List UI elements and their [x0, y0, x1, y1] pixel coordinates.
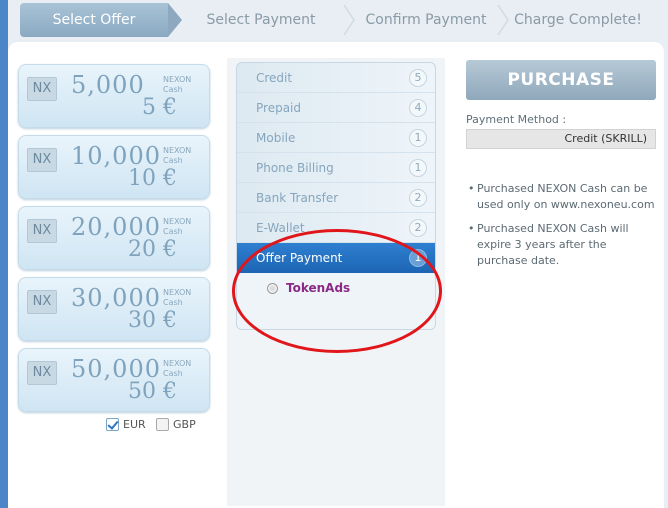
amount-option-10000[interactable]: NX 10,000 NEXON Cash 10 €	[18, 135, 210, 199]
gbp-checkbox[interactable]	[156, 418, 169, 431]
step-separator	[496, 4, 510, 36]
unit-line: NEXON	[163, 288, 192, 297]
unit-line: Cash	[163, 369, 183, 378]
method-count-badge: 1	[409, 159, 427, 177]
method-label: Prepaid	[256, 101, 301, 115]
method-mobile[interactable]: Mobile 1	[237, 123, 435, 153]
amount-unit: NEXON Cash	[163, 217, 191, 237]
amount-unit: NEXON Cash	[163, 75, 191, 95]
eur-checkbox[interactable]	[106, 418, 119, 431]
step-select-payment-method: Select Payment Method	[180, 3, 342, 62]
amount-price: 30 €	[128, 308, 177, 333]
step-bar: Select Offer Select Payment Method Confi…	[18, 0, 660, 62]
nx-badge: NX	[27, 219, 57, 243]
unit-line: Cash	[163, 156, 183, 165]
step-select-offer: Select Offer	[20, 3, 168, 37]
unit-line: NEXON	[163, 146, 192, 155]
step-charge-complete: Charge Complete!	[510, 3, 646, 37]
method-count-badge: 4	[409, 99, 427, 117]
method-bank-transfer[interactable]: Bank Transfer 2	[237, 183, 435, 213]
unit-line: NEXON	[163, 75, 192, 84]
method-credit[interactable]: Credit 5	[237, 63, 435, 93]
method-count-badge: 2	[409, 189, 427, 207]
amount-unit: NEXON Cash	[163, 288, 191, 308]
payment-method-value: Credit (SKRILL)	[466, 129, 656, 149]
unit-line: NEXON	[163, 217, 192, 226]
amount-option-30000[interactable]: NX 30,000 NEXON Cash 30 €	[18, 277, 210, 341]
method-label: Credit	[256, 71, 293, 85]
unit-line: Cash	[163, 227, 183, 236]
amount-price: 50 €	[128, 379, 177, 404]
step-label: Confirm Payment	[365, 12, 487, 28]
step-label: Charge Complete!	[514, 12, 642, 28]
eur-label: EUR	[123, 418, 146, 431]
purchase-button[interactable]: PURCHASE	[466, 60, 656, 100]
purchase-notes: Purchased NEXON Cash can be used only on…	[468, 181, 658, 277]
step-confirm-payment: Confirm Payment	[356, 3, 496, 37]
nx-badge: NX	[27, 148, 57, 172]
amount-value: 5,000	[71, 71, 145, 99]
step-label: Select Offer	[52, 12, 136, 28]
unit-line: NEXON	[163, 359, 192, 368]
step-separator	[342, 4, 356, 36]
note-item: Purchased NEXON Cash will expire 3 years…	[468, 221, 658, 269]
amount-option-50000[interactable]: NX 50,000 NEXON Cash 50 €	[18, 348, 210, 412]
nx-badge: NX	[27, 361, 57, 385]
currency-gbp-option[interactable]: GBP	[156, 418, 200, 432]
unit-line: Cash	[163, 85, 183, 94]
currency-eur-option[interactable]: EUR	[106, 418, 150, 432]
method-label: Mobile	[256, 131, 296, 145]
gbp-label: GBP	[173, 418, 196, 431]
amount-price: 20 €	[128, 237, 177, 262]
amount-price: 5 €	[142, 95, 177, 120]
method-count-badge: 2	[409, 219, 427, 237]
method-label: Phone Billing	[256, 161, 334, 175]
amount-column: NX 5,000 NEXON Cash 5 € NX 10,000 NEXON Ca…	[10, 58, 218, 506]
amount-price: 10 €	[128, 166, 177, 191]
amount-unit: NEXON Cash	[163, 359, 191, 379]
amount-option-20000[interactable]: NX 20,000 NEXON Cash 20 €	[18, 206, 210, 270]
note-item: Purchased NEXON Cash can be used only on…	[468, 181, 658, 213]
red-circle-annotation	[232, 229, 442, 353]
method-label: Bank Transfer	[256, 191, 339, 205]
nx-badge: NX	[27, 77, 57, 101]
method-prepaid[interactable]: Prepaid 4	[237, 93, 435, 123]
left-frame-border	[0, 0, 8, 508]
amount-option-5000[interactable]: NX 5,000 NEXON Cash 5 €	[18, 64, 210, 128]
nx-badge: NX	[27, 290, 57, 314]
method-count-badge: 1	[409, 129, 427, 147]
amount-unit: NEXON Cash	[163, 146, 191, 166]
method-phone-billing[interactable]: Phone Billing 1	[237, 153, 435, 183]
unit-line: Cash	[163, 298, 183, 307]
payment-method-label: Payment Method :	[466, 113, 567, 126]
method-count-badge: 5	[409, 69, 427, 87]
